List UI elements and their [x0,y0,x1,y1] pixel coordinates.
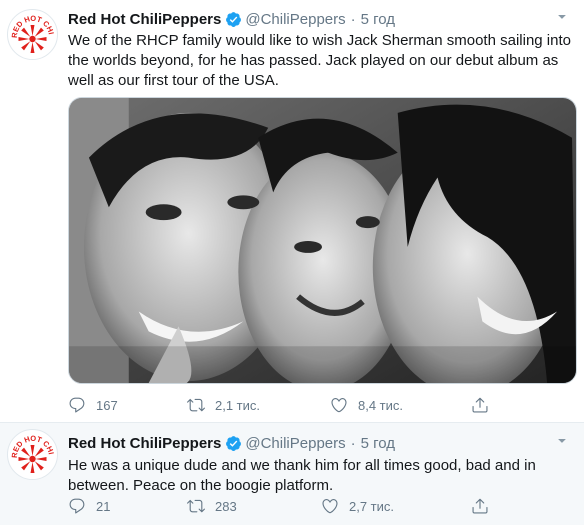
like-count: 2,7 тис. [349,498,395,514]
tweet[interactable]: RED HOT CHILI PEPPERS Red Hot ChiliPeppe… [0,423,584,525]
like-button[interactable]: 2,7 тис. [321,496,394,516]
rhcp-logo: RED HOT CHILI PEPPERS [8,430,56,473]
like-icon [331,398,347,413]
verified-badge-icon [226,11,242,27]
svg-text:RED HOT CHILI PEPPERS: RED HOT CHILI PEPPERS [8,430,56,458]
reply-button[interactable]: 167 [68,395,118,415]
reply-count: 167 [96,397,118,413]
separator-dot: · [350,10,356,28]
verified-badge-icon [226,435,242,451]
reply-icon [69,397,85,413]
retweet-count: 2,1 тис. [215,397,261,413]
tweet-header: Red Hot ChiliPeppers @ChiliPeppers · 5 г… [68,9,576,29]
reply-icon [69,498,85,514]
retweet-button[interactable]: 2,1 тис. [187,395,260,415]
tweet-header: Red Hot ChiliPeppers @ChiliPeppers · 5 г… [68,433,576,453]
share-button[interactable] [471,395,499,415]
author-handle[interactable]: @ChiliPeppers [245,435,345,452]
band-photo-image [69,98,576,383]
svg-text:RED HOT CHILI PEPPERS: RED HOT CHILI PEPPERS [8,10,56,38]
avatar[interactable]: RED HOT CHILI PEPPERS [7,429,58,480]
tweet-actions: 167 2,1 тис. 8,4 тис. [68,395,524,415]
author-name[interactable]: Red Hot ChiliPeppers [68,435,221,452]
share-button[interactable] [471,496,499,516]
author-handle[interactable]: @ChiliPeppers [245,11,345,28]
chevron-down-icon[interactable] [554,9,570,25]
share-icon [472,498,488,514]
retweet-count: 283 [215,498,237,514]
like-button[interactable]: 8,4 тис. [330,395,403,415]
tweet-text: We of the RHCP family would like to wish… [68,32,571,89]
rhcp-logo: RED HOT CHILI PEPPERS [8,10,56,53]
like-count: 8,4 тис. [358,397,404,413]
tweet-actions: 21 283 2,7 тис. [68,496,524,516]
author-name[interactable]: Red Hot ChiliPeppers [68,11,221,28]
tweet-photo[interactable] [68,97,577,384]
separator-dot: · [350,434,356,452]
tweet-text: He was a unique dude and we thank him fo… [68,457,536,494]
avatar[interactable]: RED HOT CHILI PEPPERS [7,9,58,60]
reply-count: 21 [96,498,111,514]
retweet-button[interactable]: 283 [187,496,237,516]
chevron-down-icon[interactable] [554,433,570,449]
reply-button[interactable]: 21 [68,496,110,516]
retweet-icon [187,499,205,513]
timestamp[interactable]: 5 год [361,435,395,452]
share-icon [472,397,488,413]
tweet[interactable]: RED HOT CHILI PEPPERS Red Hot ChiliPeppe… [0,0,584,423]
like-icon [322,499,338,514]
retweet-icon [187,398,205,412]
timestamp[interactable]: 5 год [361,11,395,28]
